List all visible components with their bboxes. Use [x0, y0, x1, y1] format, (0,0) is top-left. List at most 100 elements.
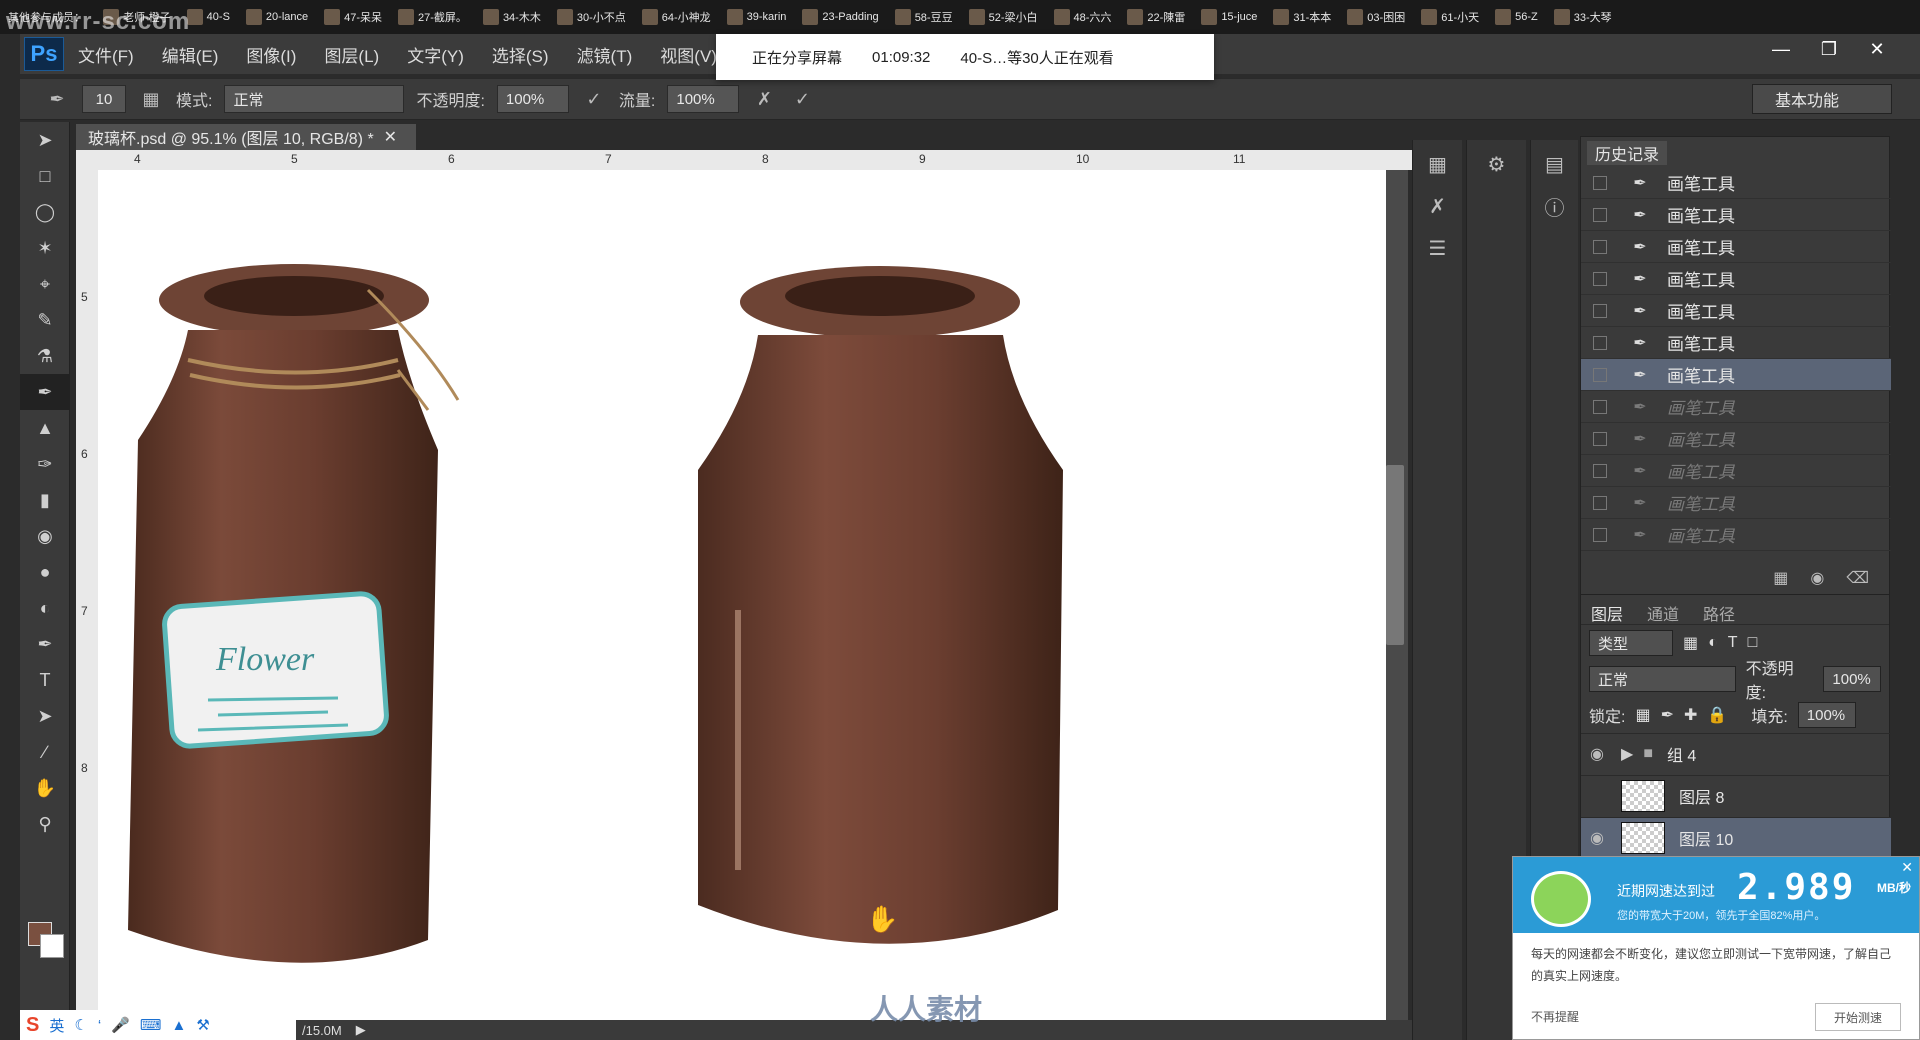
filter-pixel-icon[interactable]: ▦ [1683, 633, 1698, 653]
moon-icon[interactable]: ☾ [74, 1016, 87, 1034]
menu-item[interactable]: 图像(I) [232, 42, 310, 67]
participant-item[interactable]: 30-小不点 [549, 5, 634, 29]
participant-item[interactable]: 61-小天 [1413, 5, 1487, 29]
history-snapshot-checkbox[interactable] [1593, 175, 1607, 190]
document-canvas[interactable]: Flower ✋ [98, 170, 1386, 1020]
close-tab-icon[interactable]: ✕ [384, 127, 397, 147]
filter-adjust-icon[interactable]: ◐ [1708, 634, 1718, 652]
participant-item[interactable]: 33-大琴 [1546, 5, 1620, 29]
type-tool-icon[interactable]: T [20, 662, 70, 698]
healing-brush-icon[interactable]: ⚗ [20, 338, 70, 374]
paint-bucket-icon[interactable]: ◉ [20, 518, 70, 554]
history-item[interactable]: ✒ 画笔工具 [1581, 455, 1891, 487]
move-tool-icon[interactable]: ➤ [20, 122, 70, 158]
layer-filter-select[interactable]: 类型 [1589, 630, 1673, 656]
mode-select[interactable]: 正常 [224, 85, 405, 113]
history-snapshot-checkbox[interactable] [1593, 335, 1607, 350]
dodge-tool-icon[interactable]: ◐ [20, 590, 70, 626]
tools-preset-icon[interactable]: ✗ [1418, 188, 1458, 224]
menu-item[interactable]: 文字(Y) [393, 42, 478, 67]
lock-move-icon[interactable]: ✚ [1684, 705, 1697, 725]
brush-size-picker[interactable]: 10 [82, 85, 126, 113]
menu-item[interactable]: 文件(F) [64, 42, 148, 67]
adjustments-icon[interactable]: ☰ [1418, 230, 1458, 266]
history-item[interactable]: ✒ 画笔工具 [1581, 487, 1891, 519]
flow-input[interactable]: 100% [667, 85, 740, 113]
eyedropper-icon[interactable]: ✎ [20, 302, 70, 338]
layers-tab[interactable]: 通道 [1647, 601, 1679, 624]
lock-all-icon[interactable]: 🔒 [1707, 705, 1727, 725]
participant-item[interactable]: 58-豆豆 [887, 5, 961, 29]
info-icon[interactable]: ⓘ [1535, 188, 1575, 224]
layer-opacity-input[interactable]: 100% [1823, 666, 1881, 692]
filter-type-icon[interactable]: T [1728, 634, 1738, 652]
crop-tool-icon[interactable]: ⌖ [20, 266, 70, 302]
filter-shape-icon[interactable]: □ [1748, 634, 1758, 652]
brush-panel-icon[interactable]: ▦ [138, 86, 164, 112]
layer-row[interactable]: 图层 8 [1581, 775, 1891, 815]
participant-item[interactable]: 23-Padding [794, 5, 886, 29]
history-snapshot-checkbox[interactable] [1593, 431, 1607, 446]
marquee-tool-icon[interactable]: □ [20, 158, 70, 194]
path-select-icon[interactable]: ➤ [20, 698, 70, 734]
zoom-tool-icon[interactable]: ⚲ [20, 806, 70, 842]
document-tab[interactable]: 玻璃杯.psd @ 95.1% (图层 10, RGB/8) * ✕ [76, 124, 416, 150]
lasso-tool-icon[interactable]: ◯ [20, 194, 70, 230]
participant-item[interactable]: 22-陳雷 [1119, 5, 1193, 29]
eraser-icon[interactable]: ▮ [20, 482, 70, 518]
ime-mode[interactable]: 英 [49, 1015, 64, 1036]
blur-tool-icon[interactable]: ● [20, 554, 70, 590]
magic-wand-icon[interactable]: ✶ [20, 230, 70, 266]
lock-brush-icon[interactable]: ✒ [1661, 705, 1674, 725]
airbrush-icon[interactable]: ✗ [751, 86, 777, 112]
status-arrow-icon[interactable]: ▶ [356, 1022, 366, 1038]
line-tool-icon[interactable]: ∕ [20, 734, 70, 770]
layer-group-row[interactable]: ◉ ▶ ■ 组 4 [1581, 733, 1891, 773]
menu-item[interactable]: 编辑(E) [148, 42, 233, 67]
visibility-eye-icon[interactable]: ◉ [1581, 828, 1613, 848]
participant-item[interactable]: 34-木木 [475, 5, 549, 29]
background-color[interactable] [40, 934, 64, 958]
participant-item[interactable]: 64-小神龙 [634, 5, 719, 29]
history-item[interactable]: ✒ 画笔工具 [1581, 263, 1891, 295]
history-snapshot-checkbox[interactable] [1593, 239, 1607, 254]
participant-item[interactable]: 52-梁小白 [961, 5, 1046, 29]
history-snapshot-checkbox[interactable] [1593, 303, 1607, 318]
popup-close-icon[interactable]: ✕ [1901, 859, 1913, 876]
history-item[interactable]: ✒ 画笔工具 [1581, 423, 1891, 455]
history-item[interactable]: ✒ 画笔工具 [1581, 359, 1891, 391]
vertical-scrollbar[interactable] [1386, 465, 1404, 645]
settings-wrench-icon[interactable]: ⚒ [196, 1016, 209, 1034]
history-snapshot-checkbox[interactable] [1593, 271, 1607, 286]
microphone-icon[interactable]: 🎤 [111, 1016, 130, 1034]
history-snapshot-checkbox[interactable] [1593, 463, 1607, 478]
brush-tool-icon[interactable]: ✒ [44, 86, 70, 112]
clone-stamp-icon[interactable]: ▲ [20, 410, 70, 446]
brush-tool-icon[interactable]: ✒ [20, 374, 70, 410]
restore-button[interactable]: ❐ [1816, 38, 1842, 60]
history-item[interactable]: ✒ 画笔工具 [1581, 519, 1891, 551]
menu-item[interactable]: 滤镜(T) [563, 42, 647, 67]
history-item[interactable]: ✒ 画笔工具 [1581, 199, 1891, 231]
history-snapshot-checkbox[interactable] [1593, 399, 1607, 414]
history-snapshot-checkbox[interactable] [1593, 367, 1607, 382]
navigator-icon[interactable]: ▦ [1418, 146, 1458, 182]
start-test-button[interactable]: 开始测速 [1815, 1003, 1901, 1031]
menu-item[interactable]: 选择(S) [478, 42, 563, 67]
history-item[interactable]: ✒ 画笔工具 [1581, 295, 1891, 327]
pressure-opacity-icon[interactable]: ✓ [581, 86, 607, 112]
participant-item[interactable]: 27-截屏。 [390, 5, 475, 29]
keyboard-icon[interactable]: ⌨ [140, 1016, 162, 1034]
layers-tab[interactable]: 图层 [1591, 601, 1623, 624]
history-tab[interactable]: 历史记录 [1587, 141, 1668, 165]
layer-row[interactable]: ◉ 图层 10 [1581, 817, 1891, 857]
participant-item[interactable]: 15-juce [1193, 5, 1265, 29]
pressure-size-icon[interactable]: ✓ [789, 86, 815, 112]
history-brush-icon[interactable]: ✑ [20, 446, 70, 482]
participant-item[interactable]: 48-六六 [1046, 5, 1120, 29]
participant-item[interactable]: 31-本本 [1265, 5, 1339, 29]
layers-tab[interactable]: 路径 [1703, 601, 1735, 624]
hand-tool-icon[interactable]: ✋ [20, 770, 70, 806]
participant-item[interactable]: 03-困困 [1339, 5, 1413, 29]
menu-item[interactable]: 图层(L) [310, 42, 393, 67]
